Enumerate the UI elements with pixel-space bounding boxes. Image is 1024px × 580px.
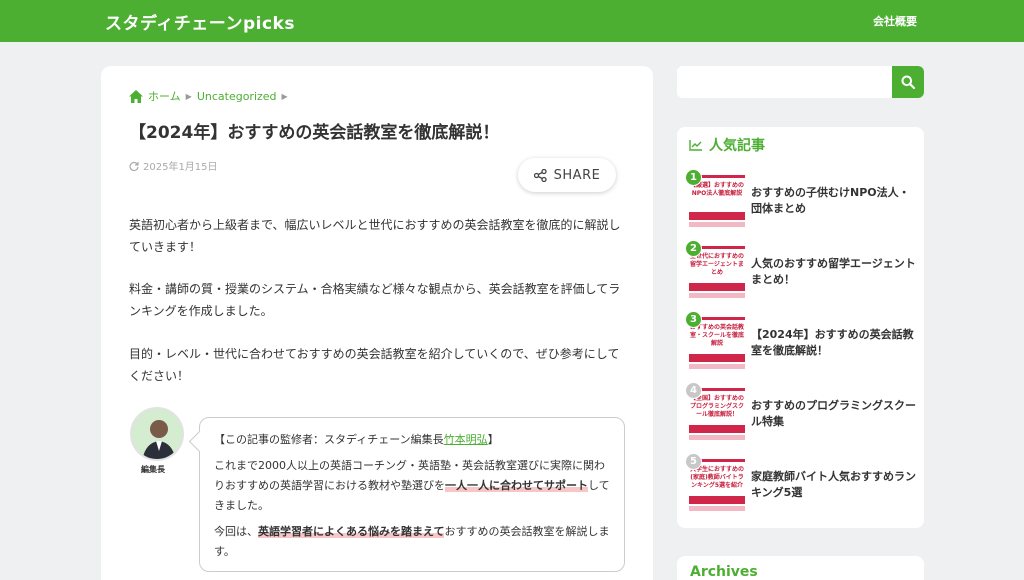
breadcrumb: ホーム ▶ Uncategorized ▶ (129, 88, 288, 104)
popular-posts-title: 人気記事 (689, 135, 765, 155)
home-icon (129, 89, 143, 103)
popular-posts-title-text: 人気記事 (709, 138, 765, 154)
post-title: 【2024年】おすすめの英会話教室を徹底解説！ (129, 123, 500, 143)
refresh-icon (129, 161, 139, 171)
nav-company-link[interactable]: 会社概要 (873, 13, 917, 29)
popular-post-title[interactable]: 人気のおすすめ留学エージェントまとめ！ (751, 256, 919, 288)
search-button[interactable] (892, 66, 924, 98)
popular-posts-widget: 人気記事 【厳選】おすすめのNPO法人徹底解説 1 おすすめの子供むけNPO法人… (677, 127, 924, 528)
site-header: スタディチェーンpicks 会社概要 (0, 0, 1024, 42)
popular-post-item[interactable]: 全世代におすすめの留学エージェントまとめ 2 人気のおすすめ留学エージェントまと… (685, 240, 919, 298)
rank-badge: 1 (685, 169, 702, 186)
popular-post-item[interactable]: 【厳選】おすすめのNPO法人徹底解説 1 おすすめの子供むけNPO法人・団体まと… (685, 169, 919, 227)
thumbnail-band (689, 364, 745, 369)
share-label: SHARE (553, 167, 601, 183)
popular-post-title[interactable]: おすすめの子供むけNPO法人・団体まとめ (751, 185, 919, 217)
intro-paragraph: 料金・講師の質・授業のシステム・合格実績など様々な観点から、英会話教室を評価して… (129, 282, 621, 318)
share-icon (533, 168, 547, 182)
supervisor-heading-suffix: 】 (487, 433, 499, 446)
archives-title: Archives (690, 564, 758, 580)
archives-widget: Archives (677, 556, 924, 580)
popular-post-item[interactable]: 大学生におすすめの(家庭)教師バイトランキング5選を紹介 5 家庭教師バイト人気… (685, 453, 919, 511)
thumbnail-text: 大学生におすすめの(家庭)教師バイトランキング5選を紹介 (689, 466, 744, 489)
supervisor-body-text: 今回は、 (214, 525, 258, 538)
thumbnail-band (689, 283, 745, 291)
thumbnail-text: 全世代におすすめの留学エージェントまとめ (689, 253, 744, 276)
supervisor-body-2: 今回は、英語学習者によくある悩みを踏まえておすすめの英会話教室を解説します。 (214, 522, 610, 562)
thumbnail-band (689, 354, 745, 362)
intro-paragraph: 目的・レベル・世代に合わせておすすめの英会話教室を紹介していくので、ぜひ参考にし… (129, 347, 620, 383)
share-button[interactable]: SHARE (518, 158, 616, 192)
avatar (130, 407, 184, 461)
search-form (677, 66, 924, 98)
thumbnail-band (689, 222, 745, 227)
breadcrumb-separator-icon: ▶ (281, 91, 288, 101)
rank-badge: 2 (685, 240, 702, 257)
popular-post-title[interactable]: おすすめのプログラミングスクール特集 (751, 398, 919, 430)
popular-post-title[interactable]: 家庭教師バイト人気おすすめランキング5選 (751, 469, 919, 501)
article-card: ホーム ▶ Uncategorized ▶ 【2024年】おすすめの英会話教室を… (101, 66, 653, 580)
thumbnail-text: おすすめの英会話教室・スクールを徹底解説 (689, 324, 744, 347)
popular-post-item[interactable]: おすすめの英会話教室・スクールを徹底解説 3 【2024年】おすすめの英会話教室… (685, 311, 919, 369)
site-title[interactable]: スタディチェーンpicks (105, 9, 295, 34)
supervisor-body: これまで2000人以上の英語コーチング・英語塾・英会話教室選びに実際に関わりおす… (214, 456, 610, 516)
supervisor-name-link[interactable]: 竹本明弘 (444, 433, 488, 446)
person-icon (132, 409, 182, 459)
rank-badge: 5 (685, 453, 702, 470)
thumbnail-band (689, 506, 745, 511)
breadcrumb-home-link[interactable]: ホーム (148, 88, 181, 104)
thumbnail-band (689, 496, 745, 504)
rank-badge: 3 (685, 311, 702, 328)
thumbnail-band (689, 435, 745, 440)
intro-paragraph: 英語初心者から上級者まで、幅広いレベルと世代におすすめの英会話教室を徹底的に解説… (129, 218, 621, 254)
rank-badge: 4 (685, 382, 702, 399)
supervisor-highlight: 英語学習者によくある悩みを踏まえて (258, 525, 445, 538)
breadcrumb-category-link[interactable]: Uncategorized (197, 90, 277, 103)
search-input[interactable] (677, 66, 892, 98)
thumbnail-band (689, 212, 745, 220)
breadcrumb-separator-icon: ▶ (185, 91, 192, 101)
popular-post-title[interactable]: 【2024年】おすすめの英会話教室を徹底解説！ (751, 327, 919, 359)
supervisor-heading: 【この記事の監修者：スタディチェーン編集長竹本明弘】 (214, 430, 610, 450)
post-date-text: 2025年1月15日 (143, 162, 218, 173)
thumbnail-band (689, 293, 745, 298)
trending-chart-icon (689, 140, 702, 151)
thumbnail-text: 【全国】おすすめのプログラミングスクール徹底解説！ (689, 395, 744, 418)
supervisor-heading-text: 【この記事の監修者：スタディチェーン編集長 (214, 433, 444, 446)
supervisor-speech-bubble: 【この記事の監修者：スタディチェーン編集長竹本明弘】 これまで2000人以上の英… (199, 417, 625, 572)
avatar-caption: 編集長 (141, 465, 165, 474)
supervisor-highlight: 一人一人に合わせてサポート (445, 479, 588, 492)
post-date: 2025年1月15日 (129, 158, 218, 173)
popular-post-item[interactable]: 【全国】おすすめのプログラミングスクール徹底解説！ 4 おすすめのプログラミング… (685, 382, 919, 440)
thumbnail-band (689, 425, 745, 433)
search-icon (901, 75, 915, 89)
